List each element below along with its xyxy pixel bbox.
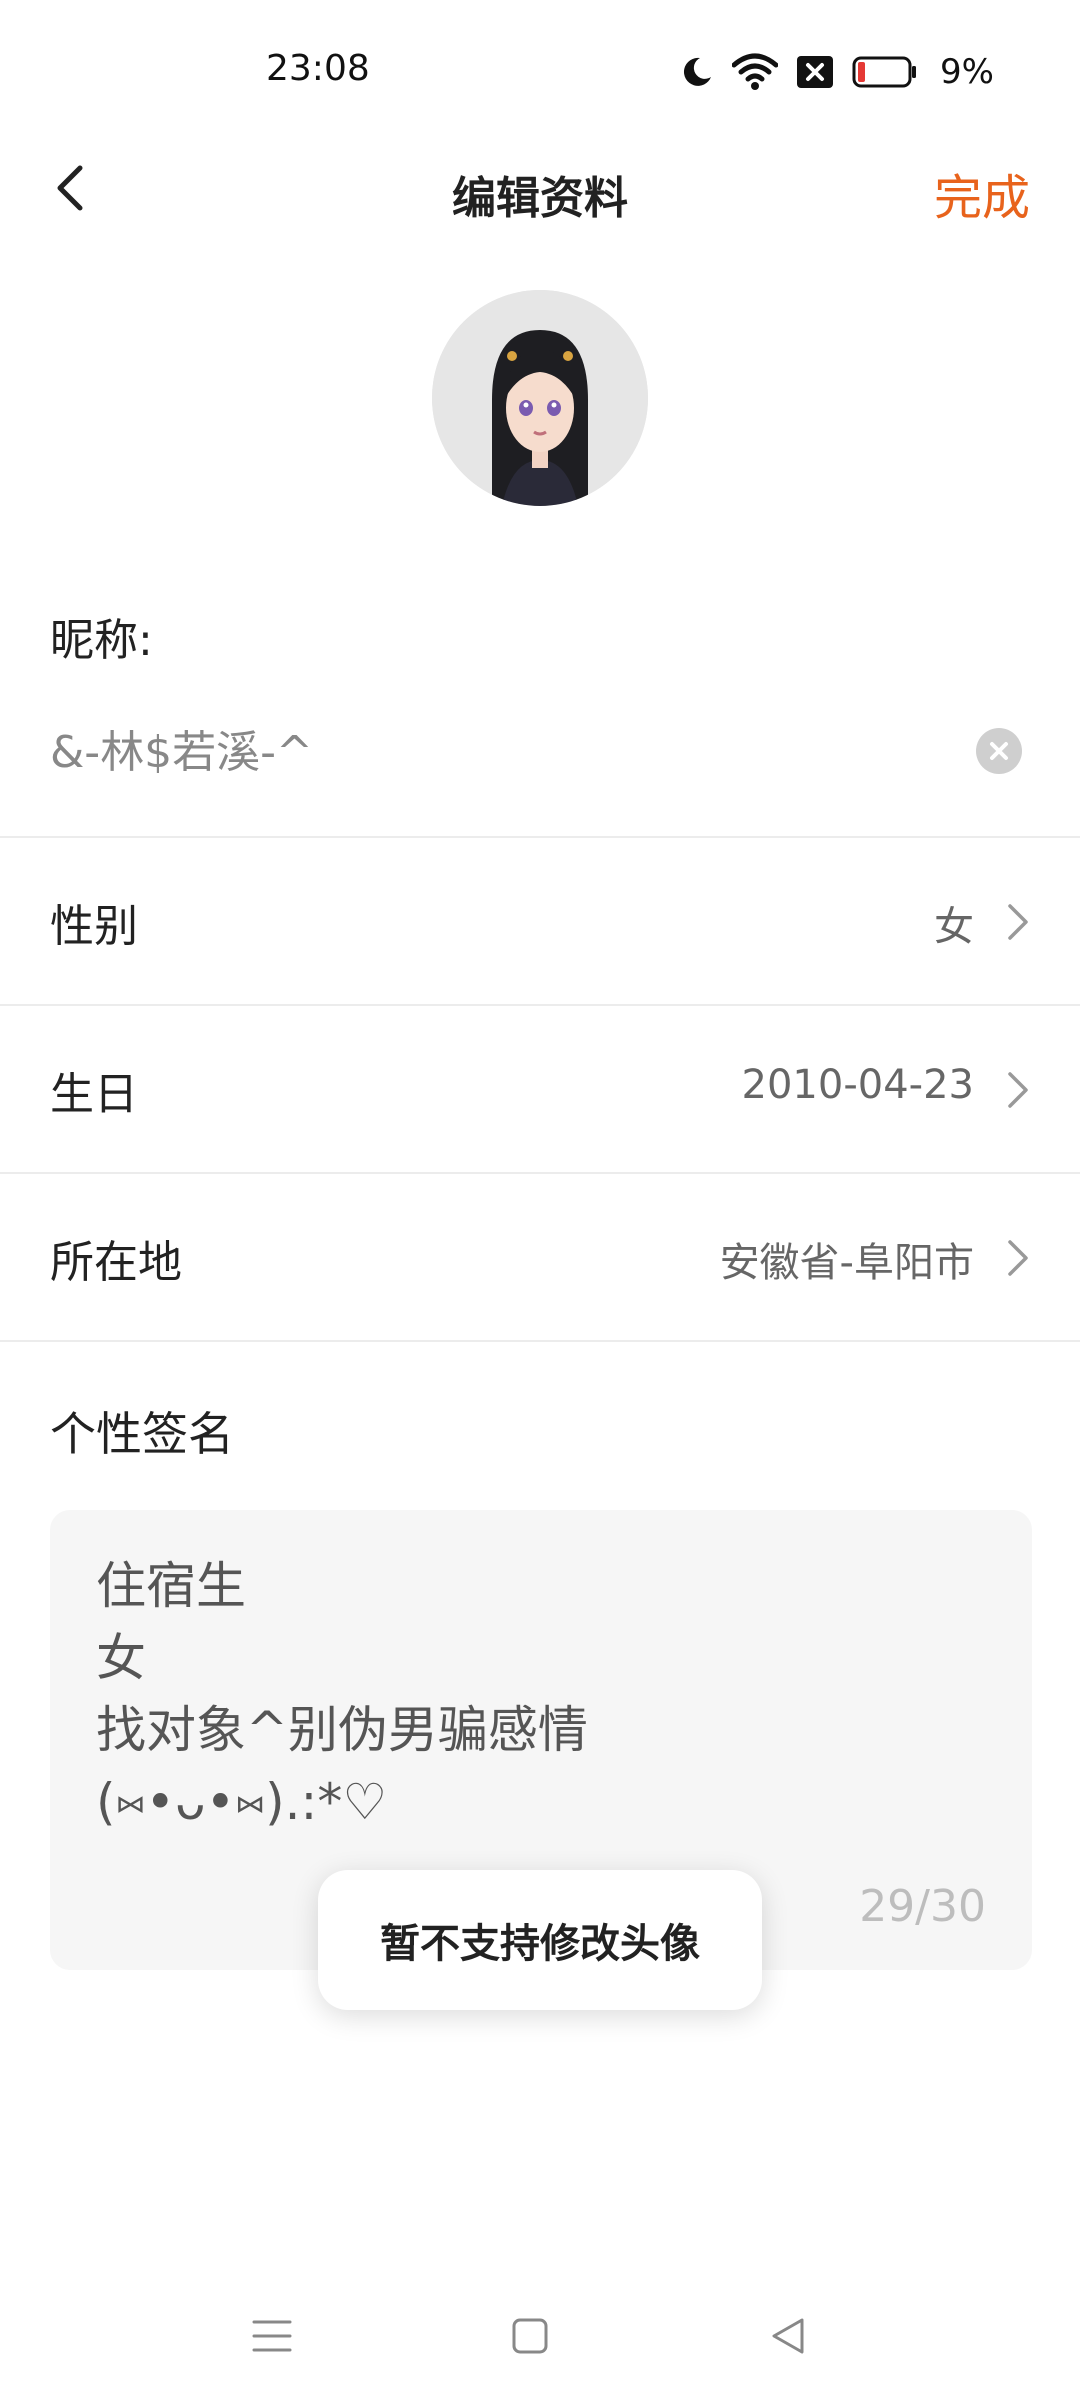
- battery-low-icon: [852, 55, 918, 89]
- clear-icon[interactable]: [976, 728, 1022, 774]
- back-icon[interactable]: [764, 2312, 812, 2360]
- avatar-image[interactable]: [432, 290, 648, 506]
- system-nav-bar: [0, 2290, 1080, 2380]
- moon-icon: [680, 55, 714, 89]
- home-icon[interactable]: [506, 2312, 554, 2360]
- page-title: 编辑资料: [452, 173, 628, 224]
- birthday-row[interactable]: 生日 2010-04-23: [0, 1006, 1080, 1172]
- birthday-label: 生日: [50, 1069, 138, 1120]
- edit-profile-screen: 23:08 9% 编辑资料 完成 昵称: &-林$若溪-^ 性别 女 生日 20…: [0, 0, 1080, 2400]
- status-bar: 23:08 9%: [0, 0, 1080, 140]
- toast-message: 暂不支持修改头像: [318, 1870, 762, 2010]
- sim-blocked-icon: [796, 54, 834, 90]
- status-time: 23:08: [266, 48, 370, 89]
- status-icons: 9%: [680, 48, 994, 96]
- done-button[interactable]: 完成: [934, 158, 1030, 228]
- wifi-icon: [732, 53, 779, 91]
- gender-label: 性别: [50, 901, 138, 952]
- menu-icon[interactable]: [248, 2312, 296, 2360]
- app-header: 编辑资料 完成: [0, 140, 1080, 236]
- gender-row[interactable]: 性别 女: [0, 838, 1080, 1004]
- birthday-value: 2010-04-23: [741, 1062, 974, 1108]
- location-label: 所在地: [50, 1237, 182, 1288]
- chevron-right-icon: [1004, 1068, 1034, 1112]
- location-value: 安徽省-阜阳市: [719, 1240, 974, 1286]
- nickname-label: 昵称:: [50, 615, 153, 666]
- signature-label: 个性签名: [50, 1407, 234, 1461]
- location-row[interactable]: 所在地 安徽省-阜阳市: [0, 1174, 1080, 1340]
- battery-percent: 9%: [940, 52, 994, 92]
- signature-counter: 29/30: [859, 1881, 986, 1932]
- divider: [0, 1340, 1080, 1342]
- gender-value: 女: [934, 904, 974, 950]
- nickname-input[interactable]: [50, 722, 950, 773]
- signature-text: 住宿生 女 找对象^别伪男骗感情 (⑅•ᴗ•⑅).:*♡: [96, 1557, 588, 1831]
- chevron-right-icon: [1004, 900, 1034, 944]
- chevron-right-icon: [1004, 1236, 1034, 1280]
